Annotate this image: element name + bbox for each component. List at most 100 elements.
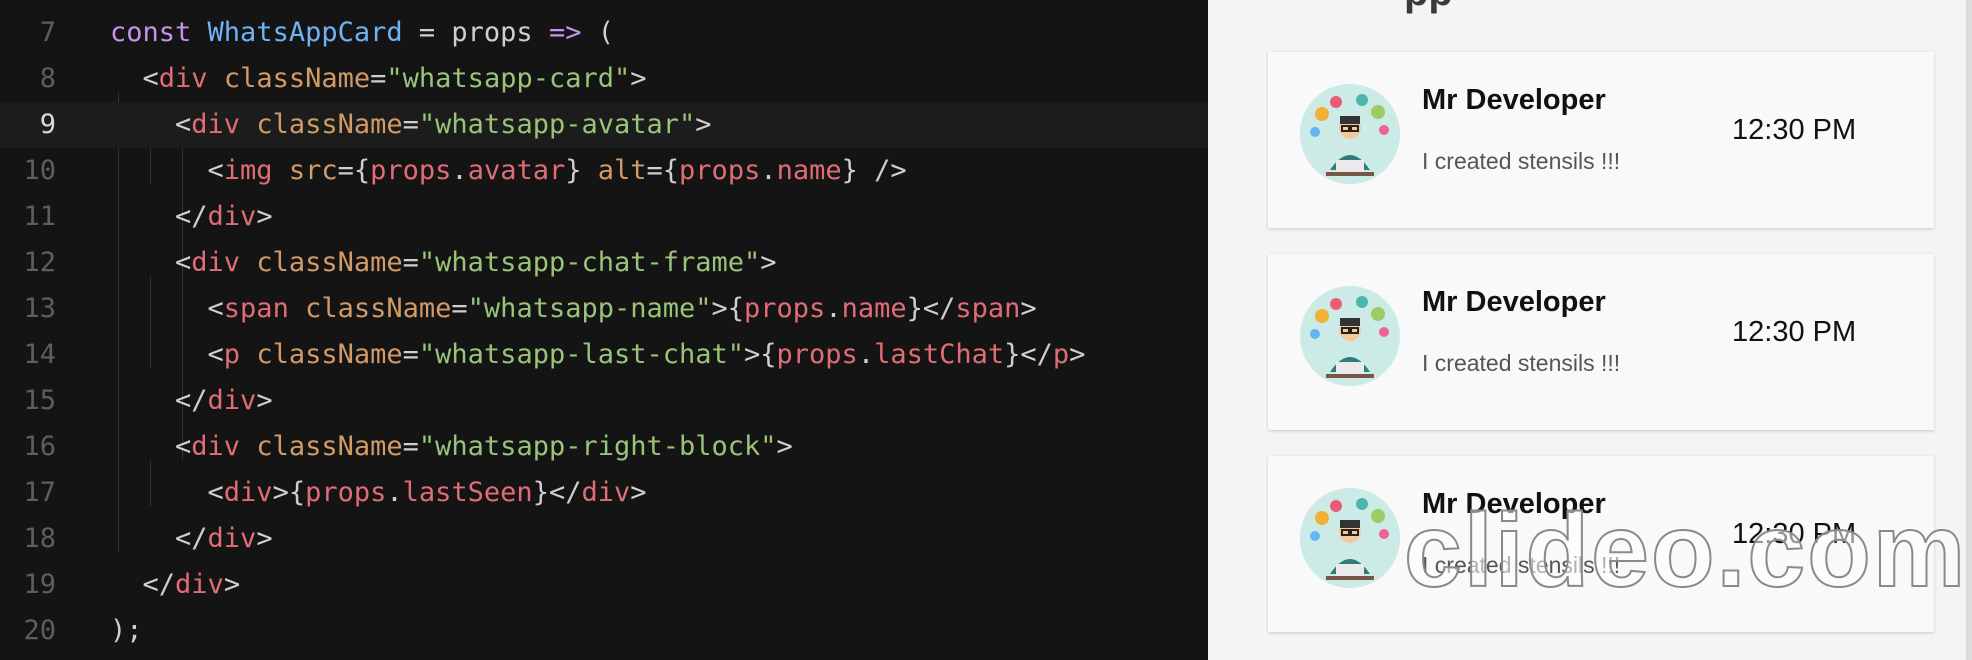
line-number: 11 <box>23 201 56 232</box>
code-line[interactable]: 11 </div> <box>0 194 1208 240</box>
code-token: p <box>1052 339 1070 370</box>
code-line[interactable]: 12 <div className="whatsapp-chat-frame"> <box>0 240 1208 286</box>
code-text: </div> <box>110 378 273 424</box>
code-text: <img src={props.avatar} alt={props.name}… <box>110 148 907 194</box>
code-token: div <box>175 569 224 600</box>
code-token: props <box>679 155 761 186</box>
code-token: < <box>110 431 192 462</box>
code-token: }</ <box>532 477 582 508</box>
code-line[interactable]: 18 </div> <box>0 516 1208 562</box>
developer-illustration-icon <box>1300 488 1400 588</box>
code-token: name <box>841 293 907 324</box>
code-token: span <box>223 293 289 324</box>
code-line[interactable]: 7 const WhatsAppCard = props => ( <box>0 10 1208 56</box>
code-token: "whatsapp-last-chat" <box>418 339 745 370</box>
code-token: < <box>110 293 224 324</box>
code-token: > <box>760 247 777 278</box>
code-token: "whatsapp-avatar" <box>418 109 696 140</box>
code-token: > <box>256 385 273 416</box>
code-text: <div className="whatsapp-right-block"> <box>110 424 793 470</box>
whatsapp-card[interactable]: Mr Developer I created stensils !!! 12:3… <box>1268 254 1934 430</box>
watermark: clideo.com <box>1403 492 1968 610</box>
code-line[interactable]: 10 <img src={props.avatar} alt={props.na… <box>0 148 1208 194</box>
code-line[interactable]: 20); <box>0 608 1208 654</box>
code-token: ( <box>581 17 614 48</box>
code-token: avatar <box>467 155 566 186</box>
code-token: lastChat <box>874 339 1005 370</box>
code-line[interactable]: 8 <div className="whatsapp-card"> <box>0 56 1208 102</box>
code-text: const WhatsAppCard = props => ( <box>110 10 614 56</box>
code-token: < <box>110 109 192 140</box>
code-token: > <box>1069 339 1086 370</box>
code-token: "whatsapp-card" <box>386 63 631 94</box>
code-token: > <box>630 63 647 94</box>
code-line[interactable]: 13 <span className="whatsapp-name">{prop… <box>0 286 1208 332</box>
code-token: >{ <box>711 293 745 324</box>
code-editor[interactable]: 7 const WhatsAppCard = props => (8 <div c… <box>0 0 1208 660</box>
code-token: props <box>776 339 858 370</box>
code-token: </ <box>110 569 176 600</box>
code-token: > <box>1020 293 1037 324</box>
code-token: props <box>370 155 452 186</box>
code-token: div <box>207 385 257 416</box>
code-token: }</ <box>906 293 956 324</box>
code-token: "whatsapp-name" <box>467 293 712 324</box>
code-token: = <box>402 431 419 462</box>
line-number: 16 <box>23 431 56 462</box>
code-line[interactable]: 15 </div> <box>0 378 1208 424</box>
code-text: <div className="whatsapp-card"> <box>110 56 647 102</box>
code-token: < <box>110 63 159 94</box>
code-token: WhatsAppCard <box>207 17 403 48</box>
code-token: = <box>402 247 419 278</box>
code-text: </div> <box>110 194 273 240</box>
preview-heading-fragment: pp <box>1404 0 1453 15</box>
line-number: 12 <box>23 247 56 278</box>
code-token: className <box>256 339 403 370</box>
code-token: className <box>305 293 452 324</box>
code-token: >{ <box>272 477 306 508</box>
code-text: <div>{props.lastSeen}</div> <box>110 470 647 516</box>
code-token: className <box>256 109 403 140</box>
code-token: > <box>695 109 712 140</box>
code-token: } /> <box>841 155 907 186</box>
code-text: <div className="whatsapp-avatar"> <box>110 102 712 148</box>
code-token: div <box>191 109 241 140</box>
code-token: </ <box>110 201 208 232</box>
code-token: . <box>760 155 777 186</box>
code-text: </div> <box>110 516 273 562</box>
code-text: <p className="whatsapp-last-chat">{props… <box>110 332 1086 378</box>
line-number: 18 <box>23 523 56 554</box>
code-token: > <box>223 569 241 600</box>
line-number: 17 <box>23 477 56 508</box>
code-token: const <box>110 17 208 48</box>
developer-illustration-icon <box>1300 286 1400 386</box>
code-token: ={ <box>337 155 371 186</box>
whatsapp-card[interactable]: Mr Developer I created stensils !!! 12:3… <box>1268 52 1934 228</box>
line-number: 8 <box>39 63 56 94</box>
preview-scrollbar[interactable] <box>1966 0 1972 660</box>
code-line[interactable]: 19 </div> <box>0 562 1208 608</box>
code-token: div <box>223 477 273 508</box>
last-seen-time: 12:30 PM <box>1732 316 1857 348</box>
code-token: > <box>256 523 273 554</box>
code-token: < <box>110 155 224 186</box>
code-line[interactable]: 16 <div className="whatsapp-right-block"… <box>0 424 1208 470</box>
line-number: 10 <box>23 155 56 186</box>
code-token: . <box>386 477 403 508</box>
line-number: 13 <box>23 293 56 324</box>
code-line[interactable]: 17 <div>{props.lastSeen}</div> <box>0 470 1208 516</box>
code-token: < <box>110 477 224 508</box>
code-token: props <box>744 293 826 324</box>
developer-illustration-icon <box>1300 84 1400 184</box>
line-number: 19 <box>23 569 56 600</box>
code-token: className <box>256 431 403 462</box>
code-line[interactable]: 14 <p className="whatsapp-last-chat">{pr… <box>0 332 1208 378</box>
code-token: > <box>630 477 647 508</box>
code-token: props <box>305 477 387 508</box>
code-line[interactable]: 9 <div className="whatsapp-avatar"> <box>0 102 1208 148</box>
code-token: }</ <box>1004 339 1053 370</box>
code-text: <span className="whatsapp-name">{props.n… <box>110 286 1037 332</box>
code-token: => <box>548 17 582 48</box>
code-token: div <box>158 63 208 94</box>
